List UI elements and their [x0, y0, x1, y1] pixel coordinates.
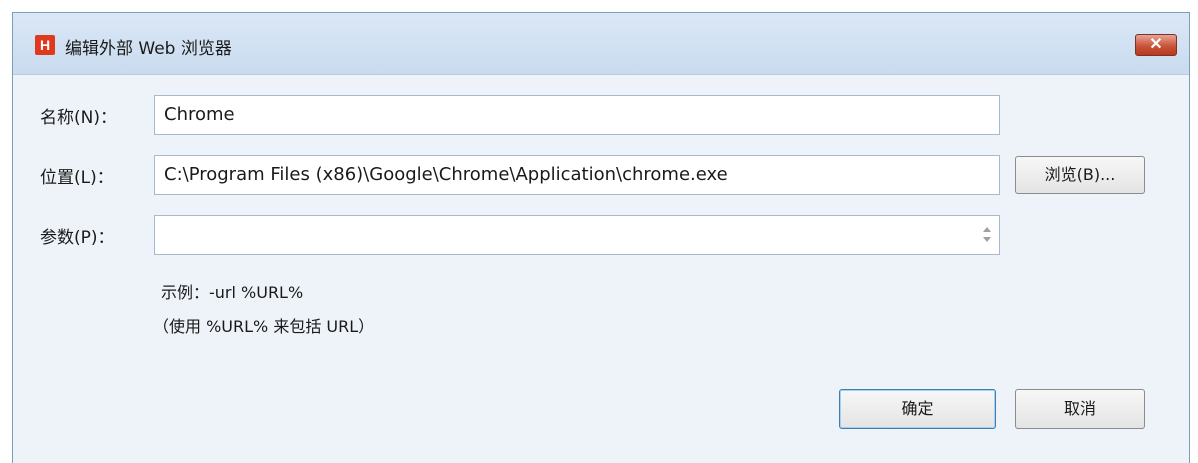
app-logo-icon: H	[35, 35, 55, 55]
close-button[interactable]: ✕	[1135, 34, 1177, 56]
params-input[interactable]	[154, 215, 1000, 255]
dialog-window: H 编辑外部 Web 浏览器 ✕ 名称(N)： Chrome 位置(L)： C:…	[12, 12, 1190, 463]
name-input[interactable]: Chrome	[154, 95, 1000, 135]
location-input[interactable]: C:\Program Files (x86)\Google\Chrome\App…	[154, 155, 1000, 195]
example-hint: 示例：-url %URL%	[161, 283, 304, 302]
cancel-button[interactable]: 取消	[1015, 389, 1145, 429]
name-label: 名称(N)：	[40, 108, 117, 128]
params-spinner[interactable]	[981, 224, 993, 246]
location-label: 位置(L)：	[40, 168, 114, 188]
dialog-title: 编辑外部 Web 浏览器	[65, 39, 232, 59]
browse-button[interactable]: 浏览(B)...	[1015, 156, 1145, 194]
title-bar: H 编辑外部 Web 浏览器 ✕	[13, 13, 1189, 75]
ok-button[interactable]: 确定	[839, 389, 996, 429]
params-label: 参数(P)：	[40, 228, 115, 248]
example-hint-note: （使用 %URL% 来包括 URL）	[153, 317, 375, 336]
chevron-down-icon[interactable]	[983, 237, 991, 242]
chevron-up-icon[interactable]	[983, 227, 991, 232]
